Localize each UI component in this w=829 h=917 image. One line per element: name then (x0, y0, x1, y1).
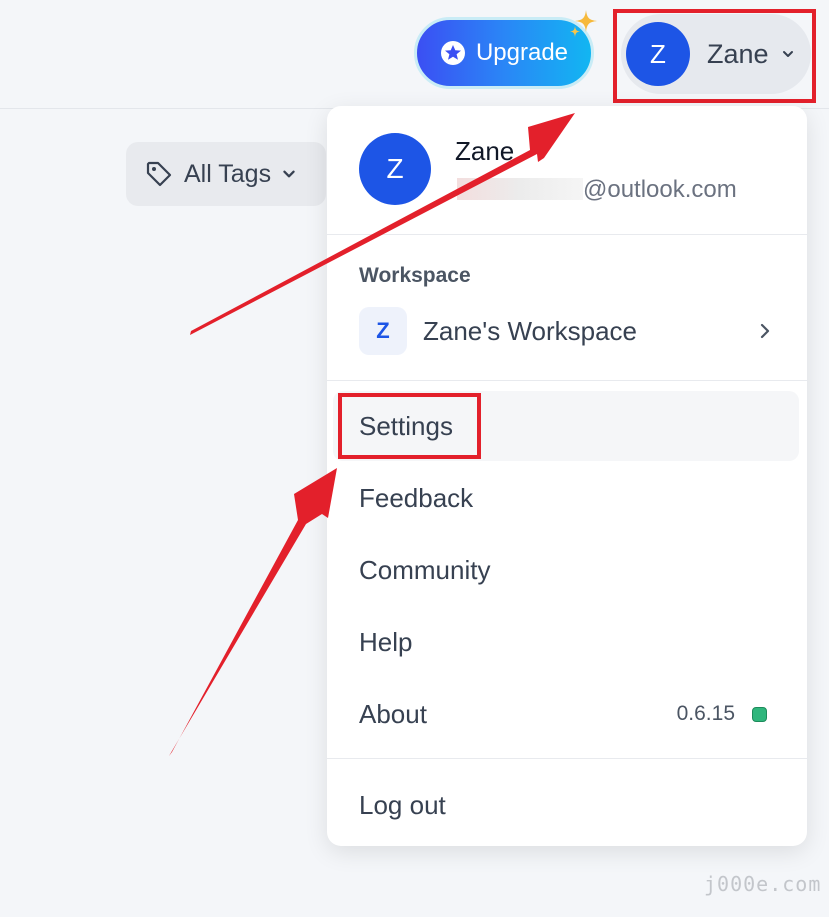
watermark: j000e.com (704, 872, 822, 896)
arrow-to-settings (169, 468, 337, 756)
arrow-to-user-button (190, 113, 575, 335)
annotation-arrows (169, 113, 575, 756)
